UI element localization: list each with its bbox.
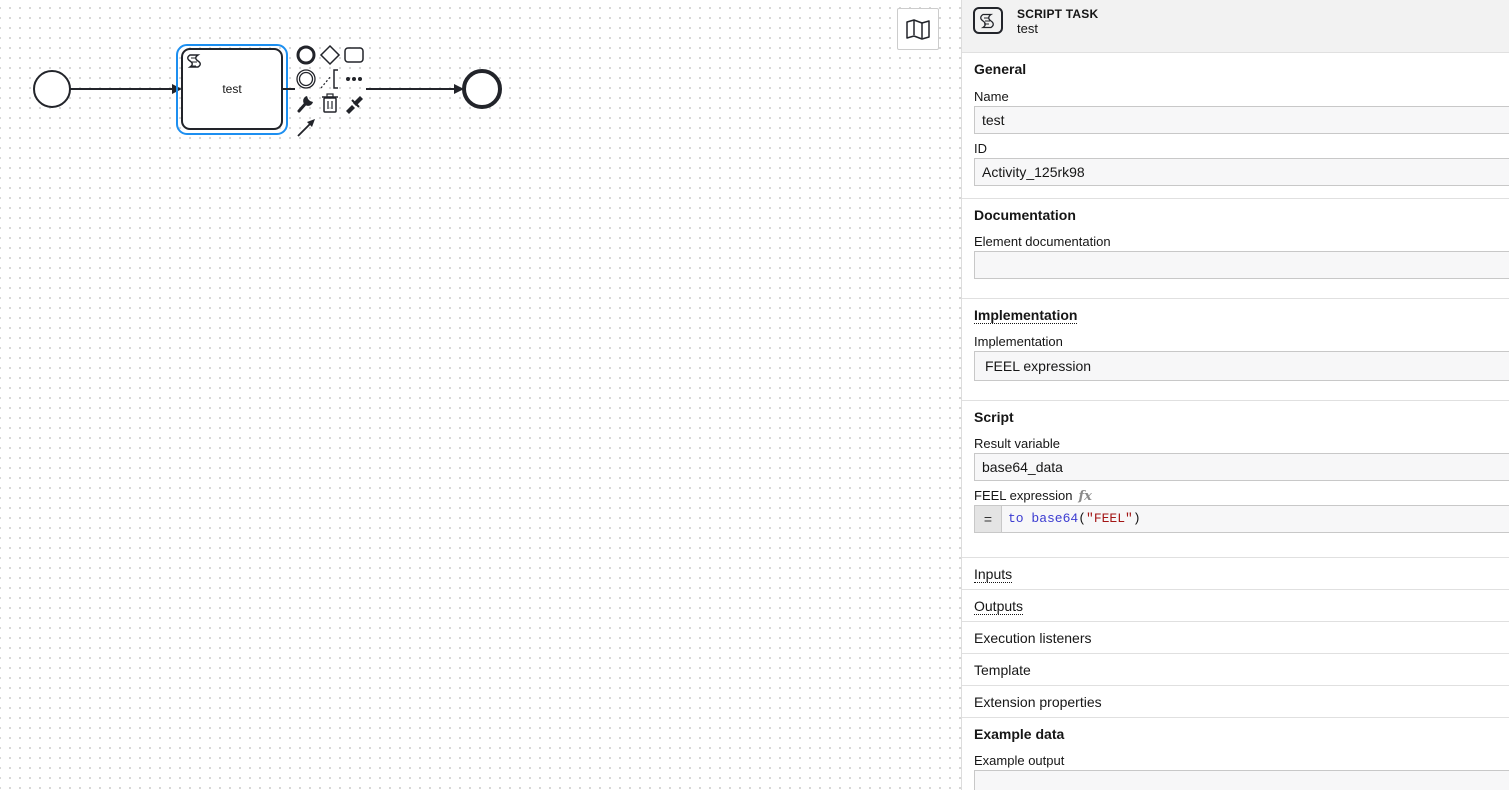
connect-icon[interactable] [295,116,317,138]
group-example-data-title[interactable]: Example data [974,718,1509,750]
group-execution-listeners-title[interactable]: Execution listeners [974,622,1509,654]
group-implementation-title-text: Implementation [974,307,1078,324]
append-intermediate-event-icon[interactable] [295,68,317,90]
group-inputs-title-text: Inputs [974,566,1013,583]
script-task[interactable]: test [181,48,283,130]
group-script: Script Result variable base64_data FEEL … [962,401,1509,558]
feel-code[interactable]: to base64("FEEL") [1002,506,1141,532]
example-output-input[interactable] [974,770,1509,790]
implementation-label: Implementation [974,334,1063,349]
id-input[interactable]: Activity_125rk98 [974,158,1509,186]
feel-code-open-paren: ( [1078,511,1087,526]
sequence-flow-start-to-task[interactable] [70,84,182,94]
group-outputs-title[interactable]: Outputs [974,590,1509,622]
feel-code-function: to base64 [1008,511,1079,526]
name-input[interactable]: test [974,106,1509,134]
group-implementation: Implementation Implementation FEEL expre… [962,299,1509,401]
group-example-data: Example data Example output [962,718,1509,790]
feel-equals-sign: = [975,506,1002,532]
minimap-toggle-button[interactable] [897,8,939,50]
group-documentation-title[interactable]: Documentation [974,199,1509,231]
group-inputs-title[interactable]: Inputs [974,558,1509,590]
group-script-title[interactable]: Script [974,401,1509,433]
group-general-title[interactable]: General [974,53,1509,86]
end-event[interactable] [462,69,502,109]
element-name-label: test [1017,21,1038,36]
element-documentation-label: Element documentation [974,234,1111,249]
map-icon [906,19,930,40]
task-label: test [222,82,242,96]
start-event[interactable] [33,70,71,108]
group-template[interactable]: Template [962,654,1509,686]
feel-code-close-paren: ) [1132,511,1141,526]
feel-expression-label: FEEL expression fx [974,487,1509,505]
append-task-icon[interactable] [343,44,365,66]
script-task-icon [973,7,1003,34]
wrench-icon[interactable] [295,92,317,114]
more-icon[interactable] [343,68,365,90]
group-extension-properties-title[interactable]: Extension properties [974,686,1509,718]
append-end-event-icon[interactable] [295,44,317,66]
result-variable-label: Result variable [974,436,1060,451]
color-picker-icon[interactable] [343,92,365,114]
group-template-title[interactable]: Template [974,654,1509,686]
append-gateway-icon[interactable] [319,44,341,66]
properties-panel: SCRIPT TASK test General Name test ID Ac… [961,0,1509,790]
feel-code-argument: "FEEL" [1086,511,1133,526]
panel-header: SCRIPT TASK test [962,0,1509,53]
id-label: ID [974,141,987,156]
group-implementation-title[interactable]: Implementation [974,299,1509,331]
implementation-select[interactable]: FEEL expression [974,351,1509,381]
group-outputs[interactable]: Outputs [962,590,1509,622]
fx-icon[interactable]: fx [1079,489,1092,504]
group-documentation: Documentation Element documentation [962,199,1509,299]
element-type-label: SCRIPT TASK [1017,7,1099,21]
diagram-canvas[interactable]: test [0,0,961,790]
bpmn-diagram[interactable]: test [0,0,961,790]
group-general: General Name test ID Activity_125rk98 [962,53,1509,199]
group-inputs[interactable]: Inputs [962,558,1509,590]
group-outputs-title-text: Outputs [974,598,1024,615]
feel-expression-editor[interactable]: = to base64("FEEL") [974,505,1509,533]
group-extension-properties[interactable]: Extension properties [962,686,1509,718]
text-annotation-icon[interactable] [319,68,341,90]
element-documentation-input[interactable] [974,251,1509,279]
result-variable-input[interactable]: base64_data [974,453,1509,481]
trash-icon[interactable] [319,92,341,114]
feel-expression-label-text: FEEL expression [974,488,1073,503]
group-execution-listeners[interactable]: Execution listeners [962,622,1509,654]
name-label: Name [974,89,1009,104]
example-output-label: Example output [974,753,1065,768]
